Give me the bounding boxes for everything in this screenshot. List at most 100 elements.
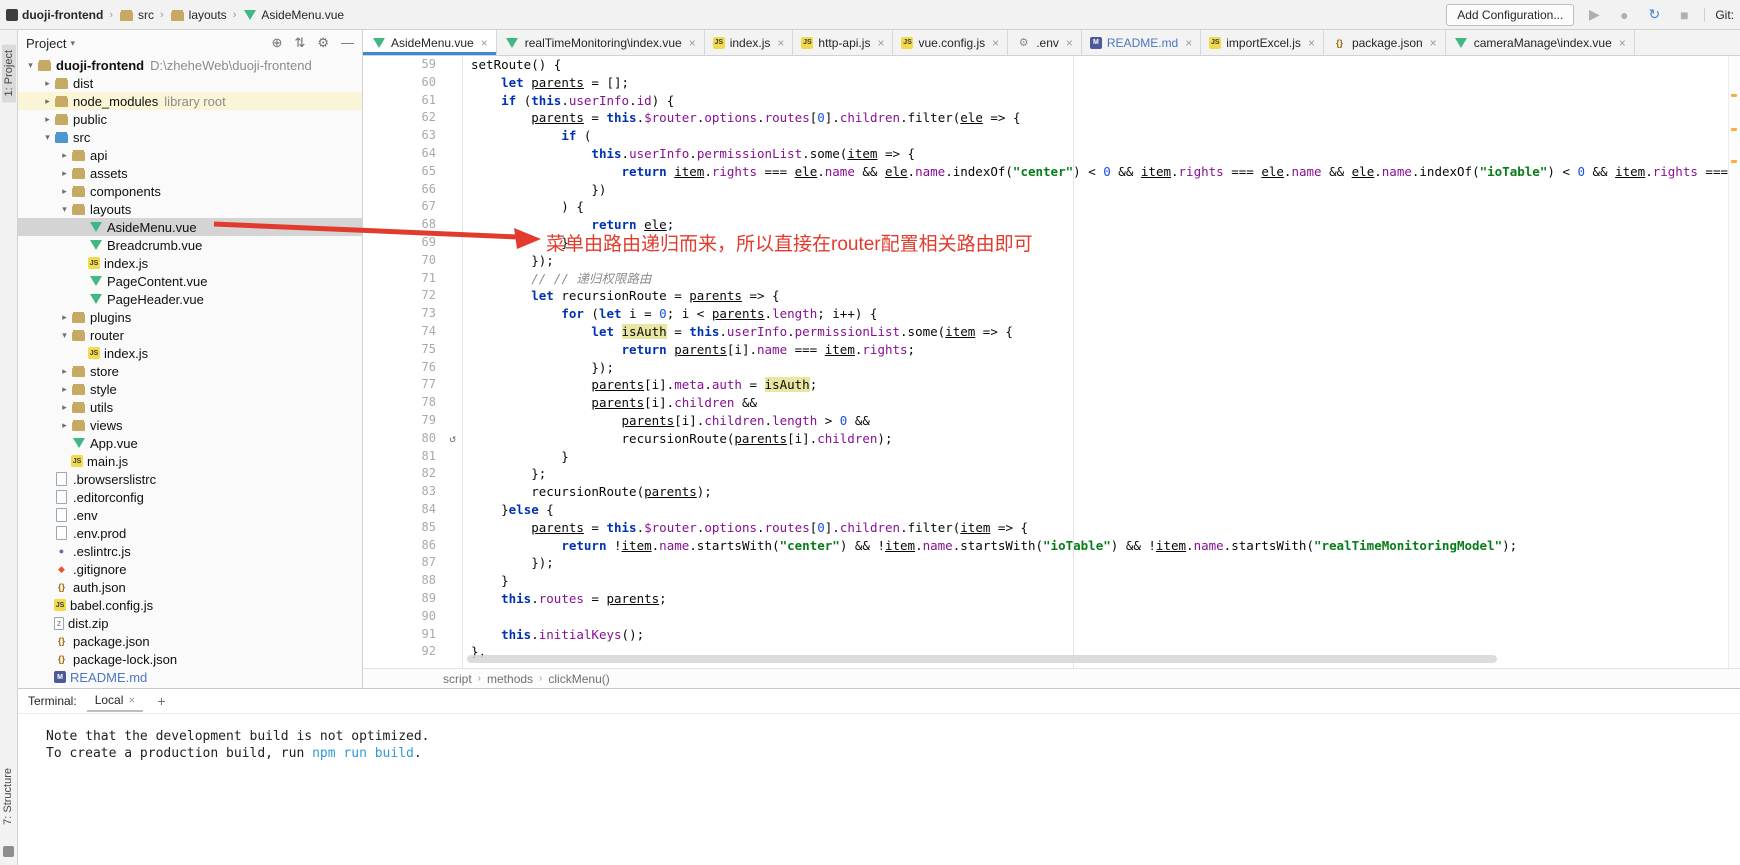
tab--env[interactable]: ⚙.env× — [1008, 30, 1082, 55]
chevron-right-icon[interactable]: ▸ — [58, 186, 71, 197]
breadcrumb-item[interactable]: src — [119, 8, 154, 22]
chevron-right-icon[interactable]: ▸ — [41, 78, 54, 89]
tree-item-layouts[interactable]: ▾layouts — [18, 200, 362, 218]
tree-item-pagecontent-vue[interactable]: PageContent.vue — [18, 272, 362, 290]
chevron-right-icon[interactable]: ▸ — [58, 402, 71, 413]
add-configuration-button[interactable]: Add Configuration... — [1446, 4, 1574, 26]
code-line[interactable]: let recursionRoute = parents => { — [463, 287, 1740, 305]
chevron-right-icon[interactable]: ▸ — [58, 150, 71, 161]
code-line[interactable]: this.userInfo.permissionList.some(item =… — [463, 145, 1740, 163]
tree-item-package-lock-json[interactable]: {}package-lock.json — [18, 650, 362, 668]
chevron-down-icon[interactable]: ▾ — [58, 204, 71, 215]
tab-http-api-js[interactable]: JShttp-api.js× — [793, 30, 893, 55]
code-line[interactable]: }else { — [463, 501, 1740, 519]
structure-tool-button[interactable]: 7: Structure — [2, 768, 14, 825]
chevron-right-icon[interactable]: ▸ — [58, 384, 71, 395]
code-line[interactable]: return parents[i].name === item.rights; — [463, 341, 1740, 359]
code-line[interactable]: parents = this.$router.options.routes[0]… — [463, 109, 1740, 127]
tree-item--env-prod[interactable]: .env.prod — [18, 524, 362, 542]
tree-item-pageheader-vue[interactable]: PageHeader.vue — [18, 290, 362, 308]
tree-item-views[interactable]: ▸views — [18, 416, 362, 434]
editor-breadcrumb-item[interactable]: methods — [487, 672, 533, 686]
tree-item-assets[interactable]: ▸assets — [18, 164, 362, 182]
chevron-down-icon[interactable]: ▾ — [58, 330, 71, 341]
hide-panel-icon[interactable]: — — [341, 35, 354, 51]
code-line[interactable]: this.routes = parents; — [463, 590, 1740, 608]
tree-item--eslintrc-js[interactable]: ●.eslintrc.js — [18, 542, 362, 560]
chevron-down-icon[interactable]: ▾ — [70, 38, 75, 49]
tree-item-dist[interactable]: ▸dist — [18, 74, 362, 92]
code-line[interactable]: ) { — [463, 198, 1740, 216]
close-icon[interactable]: × — [689, 36, 696, 50]
code-line[interactable] — [463, 608, 1740, 626]
code-line[interactable]: return ele; — [463, 216, 1740, 234]
code-line[interactable]: let parents = []; — [463, 74, 1740, 92]
breadcrumb-item[interactable]: layouts — [170, 8, 227, 22]
close-icon[interactable]: × — [877, 36, 884, 50]
code-line[interactable]: return item.rights === ele.name && ele.n… — [463, 163, 1740, 181]
chevron-right-icon[interactable]: ▸ — [41, 96, 54, 107]
editor-breadcrumb-item[interactable]: script — [443, 672, 472, 686]
code-line[interactable]: // // 递归权限路由 — [463, 270, 1740, 288]
tree-item-babel-config-js[interactable]: JSbabel.config.js — [18, 596, 362, 614]
tree-item-store[interactable]: ▸store — [18, 362, 362, 380]
close-icon[interactable]: × — [777, 36, 784, 50]
code-line[interactable]: let isAuth = this.userInfo.permissionLis… — [463, 323, 1740, 341]
close-icon[interactable]: × — [1308, 36, 1315, 50]
code-line[interactable]: }); — [463, 252, 1740, 270]
editor-breadcrumb-item[interactable]: clickMenu() — [548, 672, 609, 686]
project-panel-title[interactable]: Project — [26, 36, 66, 51]
warning-mark[interactable] — [1731, 160, 1737, 163]
code-line[interactable]: }); — [463, 554, 1740, 572]
git-label[interactable]: Git: — [1704, 8, 1734, 22]
tree-item--env[interactable]: .env — [18, 506, 362, 524]
tree-item-components[interactable]: ▸components — [18, 182, 362, 200]
close-icon[interactable]: × — [1619, 36, 1626, 50]
tab-readme-md[interactable]: MREADME.md× — [1082, 30, 1201, 55]
code-line[interactable]: } — [463, 448, 1740, 466]
update-project-icon[interactable]: ↻ — [1644, 6, 1664, 23]
code-line[interactable]: recursionRoute(parents[i].children); — [463, 430, 1740, 448]
chevron-right-icon[interactable]: ▸ — [58, 168, 71, 179]
expand-collapse-icon[interactable]: ⇅ — [294, 35, 305, 51]
code-lines[interactable]: setRoute() { let parents = []; if (this.… — [463, 56, 1740, 668]
code-editor[interactable]: 5960616263646566676869707172737475767778… — [363, 56, 1740, 668]
project-tool-button[interactable]: 1: Project — [2, 44, 16, 102]
code-line[interactable]: setRoute() { — [463, 56, 1740, 74]
tree-item-dist-zip[interactable]: zdist.zip — [18, 614, 362, 632]
tree-item-app-vue[interactable]: App.vue — [18, 434, 362, 452]
code-line[interactable]: parents[i].children.length > 0 && — [463, 412, 1740, 430]
tree-item-api[interactable]: ▸api — [18, 146, 362, 164]
tab-index-js[interactable]: JSindex.js× — [705, 30, 794, 55]
code-line[interactable]: }; — [463, 465, 1740, 483]
debug-icon[interactable]: ● — [1614, 7, 1634, 23]
breadcrumb-item[interactable]: duoji-frontend — [6, 8, 103, 22]
tree-item--browserslistrc[interactable]: .browserslistrc — [18, 470, 362, 488]
code-line[interactable]: this.initialKeys(); — [463, 626, 1740, 644]
code-line[interactable]: parents[i].meta.auth = isAuth; — [463, 376, 1740, 394]
tree-item-router[interactable]: ▾router — [18, 326, 362, 344]
code-line[interactable]: return !item.name.startsWith("center") &… — [463, 537, 1740, 555]
tree-item-index-js[interactable]: JSindex.js — [18, 254, 362, 272]
tree-item-src[interactable]: ▾src — [18, 128, 362, 146]
tab-package-json[interactable]: {}package.json× — [1324, 30, 1446, 55]
tree-item-asidemenu-vue[interactable]: AsideMenu.vue — [18, 218, 362, 236]
warning-mark[interactable] — [1731, 94, 1737, 97]
tab-vue-config-js[interactable]: JSvue.config.js× — [893, 30, 1008, 55]
run-icon[interactable]: ▶ — [1584, 6, 1604, 23]
tree-item-utils[interactable]: ▸utils — [18, 398, 362, 416]
gear-icon[interactable]: ⚙ — [317, 35, 329, 51]
chevron-down-icon[interactable]: ▾ — [24, 60, 37, 71]
terminal-tab-local[interactable]: Local × — [87, 690, 144, 712]
chevron-right-icon[interactable]: ▸ — [41, 114, 54, 125]
tree-item-plugins[interactable]: ▸plugins — [18, 308, 362, 326]
tab-cameramanage-index-vue[interactable]: cameraManage\index.vue× — [1446, 30, 1635, 55]
tree-item--editorconfig[interactable]: .editorconfig — [18, 488, 362, 506]
close-icon[interactable]: × — [992, 36, 999, 50]
code-line[interactable]: if ( — [463, 127, 1740, 145]
tree-item-node-modules[interactable]: ▸node_moduleslibrary root — [18, 92, 362, 110]
horizontal-scrollbar[interactable] — [467, 655, 1497, 663]
code-line[interactable]: } — [463, 572, 1740, 590]
tree-item-package-json[interactable]: {}package.json — [18, 632, 362, 650]
close-icon[interactable]: × — [128, 693, 135, 707]
